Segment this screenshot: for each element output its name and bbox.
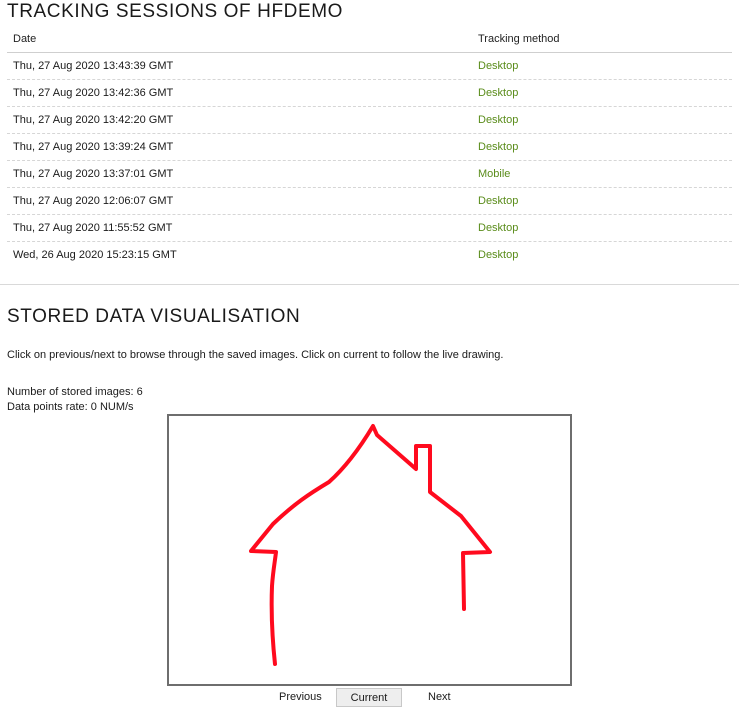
tracking-method-link[interactable]: Desktop — [478, 195, 518, 207]
drawing-canvas[interactable] — [167, 414, 572, 686]
table-row: Thu, 27 Aug 2020 13:37:01 GMT Mobile — [7, 161, 732, 188]
tracking-sessions-title: TRACKING SESSIONS OF HFDEMO — [7, 1, 344, 22]
tracking-method-link[interactable]: Desktop — [478, 249, 518, 261]
sessions-table: Date Tracking method Thu, 27 Aug 2020 13… — [7, 27, 732, 268]
tracking-method-link[interactable]: Desktop — [478, 87, 518, 99]
table-row: Thu, 27 Aug 2020 13:42:36 GMT Desktop — [7, 80, 732, 107]
previous-button[interactable]: Previous — [279, 691, 322, 703]
drawing-stroke — [249, 424, 492, 666]
stored-data-visualisation-title: STORED DATA VISUALISATION — [7, 306, 301, 327]
tracking-method-link[interactable]: Desktop — [478, 141, 518, 153]
table-row: Thu, 27 Aug 2020 13:39:24 GMT Desktop — [7, 134, 732, 161]
session-date: Thu, 27 Aug 2020 13:37:01 GMT — [13, 168, 174, 180]
method-column-header: Tracking method — [478, 33, 560, 45]
table-row: Thu, 27 Aug 2020 12:06:07 GMT Desktop — [7, 188, 732, 215]
tracking-method-link[interactable]: Desktop — [478, 114, 518, 126]
session-date: Thu, 27 Aug 2020 13:42:36 GMT — [13, 87, 174, 99]
sessions-header-row: Date Tracking method — [7, 27, 732, 53]
session-date: Wed, 26 Aug 2020 15:23:15 GMT — [13, 249, 177, 261]
instructions-text: Click on previous/next to browse through… — [7, 349, 504, 361]
tracking-method-link[interactable]: Desktop — [478, 222, 518, 234]
table-row: Thu, 27 Aug 2020 13:42:20 GMT Desktop — [7, 107, 732, 134]
session-date: Thu, 27 Aug 2020 13:42:20 GMT — [13, 114, 174, 126]
tracking-method-link[interactable]: Desktop — [478, 60, 518, 72]
table-row: Thu, 27 Aug 2020 13:43:39 GMT Desktop — [7, 53, 732, 80]
next-button[interactable]: Next — [428, 691, 451, 703]
stored-images-count: Number of stored images: 6 — [7, 386, 143, 398]
house-drawing — [249, 424, 492, 666]
session-date: Thu, 27 Aug 2020 11:55:52 GMT — [13, 222, 173, 234]
session-date: Thu, 27 Aug 2020 13:43:39 GMT — [13, 60, 174, 72]
session-date: Thu, 27 Aug 2020 12:06:07 GMT — [13, 195, 174, 207]
data-points-rate: Data points rate: 0 NUM/s — [7, 401, 134, 413]
date-column-header: Date — [13, 33, 37, 45]
current-button[interactable]: Current — [336, 688, 402, 707]
session-date: Thu, 27 Aug 2020 13:39:24 GMT — [13, 141, 174, 153]
table-row: Wed, 26 Aug 2020 15:23:15 GMT Desktop — [7, 242, 732, 268]
tracking-method-link[interactable]: Mobile — [478, 168, 510, 180]
section-divider — [0, 284, 739, 285]
table-row: Thu, 27 Aug 2020 11:55:52 GMT Desktop — [7, 215, 732, 242]
